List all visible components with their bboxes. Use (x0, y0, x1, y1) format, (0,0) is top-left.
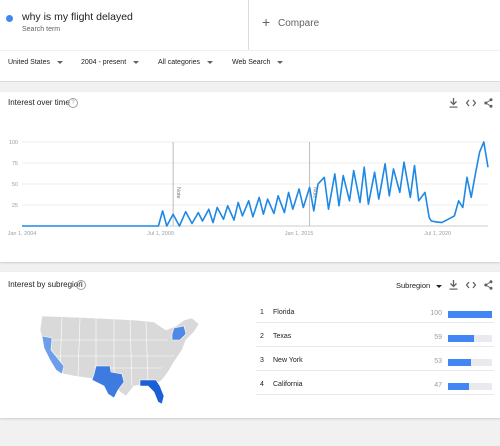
location-filter-label: United States (8, 59, 51, 66)
rank-number: 1 (260, 309, 264, 316)
row-divider (256, 394, 494, 395)
note-label[interactable]: Note (175, 187, 181, 199)
subregion-row[interactable]: 1 Florida 100 (256, 306, 494, 323)
interest-over-time-card: Interest over time ? Note Note 100 75 50 25 J… (0, 92, 500, 262)
x-tick-label: Jul 1, 2020 (424, 231, 451, 237)
search-term[interactable]: why is my flight delayed (22, 11, 133, 23)
help-circle-icon[interactable]: ? (68, 98, 78, 108)
plus-icon[interactable]: + (262, 15, 270, 29)
chevron-down-icon (133, 60, 140, 64)
subregion-row[interactable]: 4 California 47 (256, 378, 494, 395)
y-tick-label: 50 (12, 182, 18, 188)
share-icon[interactable] (484, 280, 493, 290)
interest-by-subregion-card: Interest by subregion ? Subregion 1Flori… (0, 272, 500, 418)
search-term-card[interactable] (0, 0, 249, 50)
card-title: Interest by subregion (8, 280, 83, 289)
time-filter[interactable]: 2004 - present (81, 59, 140, 66)
chevron-down-icon (207, 60, 214, 64)
score-bar-fill (448, 311, 492, 318)
score-bar-fill (448, 383, 469, 390)
download-icon[interactable] (449, 98, 458, 108)
x-tick-label: Jul 1, 2009 (147, 231, 174, 237)
x-tick-label: Jan 1, 2004 (8, 231, 37, 237)
download-icon[interactable] (449, 280, 458, 290)
help-circle-icon[interactable]: ? (76, 280, 86, 290)
embed-code-icon[interactable] (466, 281, 476, 289)
rank-number: 3 (260, 357, 264, 364)
search-term-label: Search term (22, 26, 61, 33)
time-filter-label: 2004 - present (81, 59, 127, 66)
term-color-dot (6, 15, 13, 22)
score-bar-fill (448, 335, 474, 342)
rank-number: 4 (260, 381, 264, 388)
state-florida[interactable] (139, 379, 165, 405)
region-score: 100 (430, 310, 442, 317)
subregion-row[interactable]: 3 New York 53 (256, 354, 494, 371)
score-bar-track (448, 311, 492, 318)
region-name[interactable]: Texas (273, 333, 291, 340)
us-subregion-map[interactable] (34, 310, 214, 415)
region-score: 59 (434, 334, 442, 341)
location-filter[interactable]: United States (8, 59, 64, 66)
category-filter-label: All categories (158, 59, 201, 66)
search-header: why is my flight delayed Search term + C… (0, 0, 500, 50)
region-name[interactable]: Florida (273, 309, 294, 316)
chevron-down-icon (57, 60, 64, 64)
row-divider (256, 346, 494, 347)
score-bar-fill (448, 359, 472, 366)
score-bar-track (448, 383, 492, 390)
rank-number: 2 (260, 333, 264, 340)
y-tick-label: 75 (12, 161, 18, 167)
x-tick-label: Jan 1, 2015 (285, 231, 314, 237)
subregion-dropdown[interactable]: Subregion (396, 281, 443, 290)
region-score: 47 (434, 382, 442, 389)
search-type-filter-label: Web Search (232, 59, 271, 66)
y-tick-label: 25 (12, 203, 18, 209)
card-title: Interest over time (8, 98, 70, 107)
y-tick-label: 100 (9, 140, 18, 146)
score-bar-track (448, 335, 492, 342)
dropdown-triangle-icon (436, 284, 443, 288)
category-filter[interactable]: All categories (158, 59, 214, 66)
subregion-row[interactable]: 2 Texas 59 (256, 330, 494, 347)
interest-line-chart[interactable]: Note Note 100755025Jan 1, 2004 Jul 1, 2009… (0, 132, 500, 262)
score-bar-track (448, 359, 492, 366)
chevron-down-icon (277, 60, 284, 64)
share-icon[interactable] (484, 98, 493, 108)
region-score: 53 (434, 358, 442, 365)
search-type-filter[interactable]: Web Search (232, 59, 284, 66)
embed-code-icon[interactable] (466, 99, 476, 107)
filter-bar (0, 51, 500, 82)
compare-label[interactable]: Compare (278, 18, 319, 29)
subregion-dropdown-label: Subregion (396, 281, 431, 290)
region-name[interactable]: New York (273, 357, 303, 364)
region-name[interactable]: California (273, 381, 303, 388)
row-divider (256, 322, 494, 323)
row-divider (256, 370, 494, 371)
